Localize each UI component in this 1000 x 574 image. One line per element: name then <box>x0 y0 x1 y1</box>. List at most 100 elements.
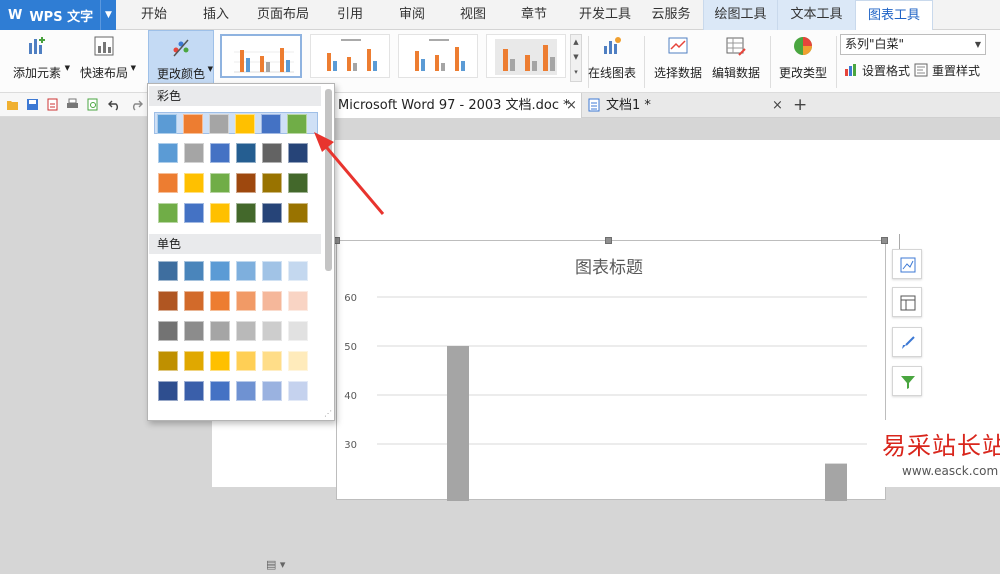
color-swatch[interactable] <box>184 203 204 223</box>
tab-developer[interactable]: 开发工具 <box>574 0 636 30</box>
redo-icon[interactable] <box>130 98 143 111</box>
color-swatch[interactable] <box>261 114 281 134</box>
online-chart-button[interactable]: 在线图表 <box>584 30 640 86</box>
doc-tab-document1[interactable]: 文档1 * × <box>586 93 786 118</box>
colorful-palette-row-3[interactable] <box>156 172 318 194</box>
color-swatch[interactable] <box>158 143 178 163</box>
color-swatch[interactable] <box>158 291 178 311</box>
color-swatch[interactable] <box>158 261 178 281</box>
mono-palette-row-4[interactable] <box>156 350 318 372</box>
save-icon[interactable] <box>26 98 39 111</box>
color-swatch[interactable] <box>184 143 204 163</box>
new-tab-icon[interactable]: + <box>793 93 807 117</box>
undo-icon[interactable] <box>108 98 121 111</box>
color-swatch[interactable] <box>262 203 282 223</box>
close-icon[interactable]: × <box>772 93 783 118</box>
color-swatch[interactable] <box>236 143 256 163</box>
color-swatch[interactable] <box>262 143 282 163</box>
color-swatch[interactable] <box>235 114 255 134</box>
color-swatch[interactable] <box>184 261 204 281</box>
color-swatch[interactable] <box>236 173 256 193</box>
color-swatch[interactable] <box>210 261 230 281</box>
resize-handle-top-right[interactable] <box>881 237 888 244</box>
color-swatch[interactable] <box>158 173 178 193</box>
color-swatch[interactable] <box>288 291 308 311</box>
set-format-button[interactable]: 设置格式 <box>844 60 910 80</box>
colorful-palette-row-2[interactable] <box>156 142 318 164</box>
chart-elements-side-button[interactable] <box>892 249 922 279</box>
color-swatch[interactable] <box>209 114 229 134</box>
mono-palette-row-3[interactable] <box>156 320 318 342</box>
series-select[interactable]: 系列"白菜" ▼ <box>840 34 986 55</box>
tab-drawing-tools[interactable]: 绘图工具 <box>703 0 777 30</box>
edit-data-button[interactable]: 编辑数据 <box>708 30 764 86</box>
tab-review[interactable]: 审阅 <box>390 0 434 30</box>
color-swatch[interactable] <box>236 381 256 401</box>
color-swatch[interactable] <box>210 143 230 163</box>
tab-view[interactable]: 视图 <box>451 0 495 30</box>
color-swatch[interactable] <box>210 321 230 341</box>
tab-references[interactable]: 引用 <box>328 0 372 30</box>
color-swatch[interactable] <box>262 321 282 341</box>
color-swatch[interactable] <box>184 291 204 311</box>
tab-start[interactable]: 开始 <box>130 0 178 30</box>
color-swatch[interactable] <box>262 351 282 371</box>
chart-layout-side-button[interactable] <box>892 287 922 317</box>
chart-style-thumb-1[interactable] <box>220 34 302 78</box>
chart-object[interactable]: 图表标题 60 50 40 30 <box>336 240 886 501</box>
tab-insert[interactable]: 插入 <box>194 0 238 30</box>
print-icon[interactable] <box>66 98 79 111</box>
tab-cloud[interactable]: 云服务 <box>646 0 696 30</box>
gallery-scrollbar[interactable]: ▲ ▼ ▾ <box>570 34 582 82</box>
chart-title[interactable]: 图表标题 <box>575 258 643 278</box>
colorful-palette-row-1[interactable] <box>154 112 318 134</box>
tab-page-layout[interactable]: 页面布局 <box>254 0 312 30</box>
color-swatch[interactable] <box>184 321 204 341</box>
color-swatch[interactable] <box>157 114 177 134</box>
tab-text-tools[interactable]: 文本工具 <box>777 0 855 30</box>
select-data-button[interactable]: 选择数据 <box>650 30 706 86</box>
color-swatch[interactable] <box>288 321 308 341</box>
color-swatch[interactable] <box>158 321 178 341</box>
color-swatch[interactable] <box>236 203 256 223</box>
color-swatch[interactable] <box>210 351 230 371</box>
doc-tab-word97[interactable]: Microsoft Word 97 - 2003 文档.doc * × <box>330 93 582 118</box>
print-preview-icon[interactable] <box>86 98 99 111</box>
chart-style-side-button[interactable] <box>892 327 922 357</box>
chart-style-thumb-2[interactable] <box>310 34 390 78</box>
color-swatch[interactable] <box>210 291 230 311</box>
color-swatch[interactable] <box>184 381 204 401</box>
color-swatch[interactable] <box>210 203 230 223</box>
export-pdf-icon[interactable] <box>46 98 59 111</box>
open-folder-icon[interactable] <box>6 98 19 111</box>
quick-layout-button[interactable]: 快速布局 ▼ <box>72 30 136 86</box>
chart-style-thumb-4[interactable] <box>486 34 566 78</box>
color-swatch[interactable] <box>158 381 178 401</box>
color-swatch[interactable] <box>288 351 308 371</box>
color-swatch[interactable] <box>288 381 308 401</box>
color-swatch[interactable] <box>183 114 203 134</box>
chart-bar[interactable] <box>825 463 847 501</box>
color-swatch[interactable] <box>236 321 256 341</box>
app-dropdown-arrow[interactable]: ▼ <box>100 0 116 30</box>
chart-style-thumb-3[interactable] <box>398 34 478 78</box>
page-nav-widget[interactable]: ▤ ▾ <box>266 558 296 574</box>
color-swatch[interactable] <box>262 381 282 401</box>
chart-filter-side-button[interactable] <box>892 366 922 396</box>
mono-palette-row-1[interactable] <box>156 260 318 282</box>
color-swatch[interactable] <box>262 173 282 193</box>
color-swatch[interactable] <box>236 291 256 311</box>
mono-palette-row-2[interactable] <box>156 290 318 312</box>
resize-grip-icon[interactable]: ⋰ <box>324 409 332 418</box>
change-type-button[interactable]: 更改类型 <box>774 30 832 86</box>
app-menu-button[interactable]: W WPS 文字 <box>0 0 100 30</box>
resize-handle-top-center[interactable] <box>605 237 612 244</box>
colorful-palette-row-4[interactable] <box>156 202 318 224</box>
tab-section[interactable]: 章节 <box>512 0 556 30</box>
color-swatch[interactable] <box>210 381 230 401</box>
color-swatch[interactable] <box>262 261 282 281</box>
close-icon[interactable]: × <box>566 93 577 118</box>
reset-style-button[interactable]: 重置样式 <box>914 60 980 80</box>
tab-chart-tools[interactable]: 图表工具 <box>855 0 933 31</box>
color-swatch[interactable] <box>262 291 282 311</box>
